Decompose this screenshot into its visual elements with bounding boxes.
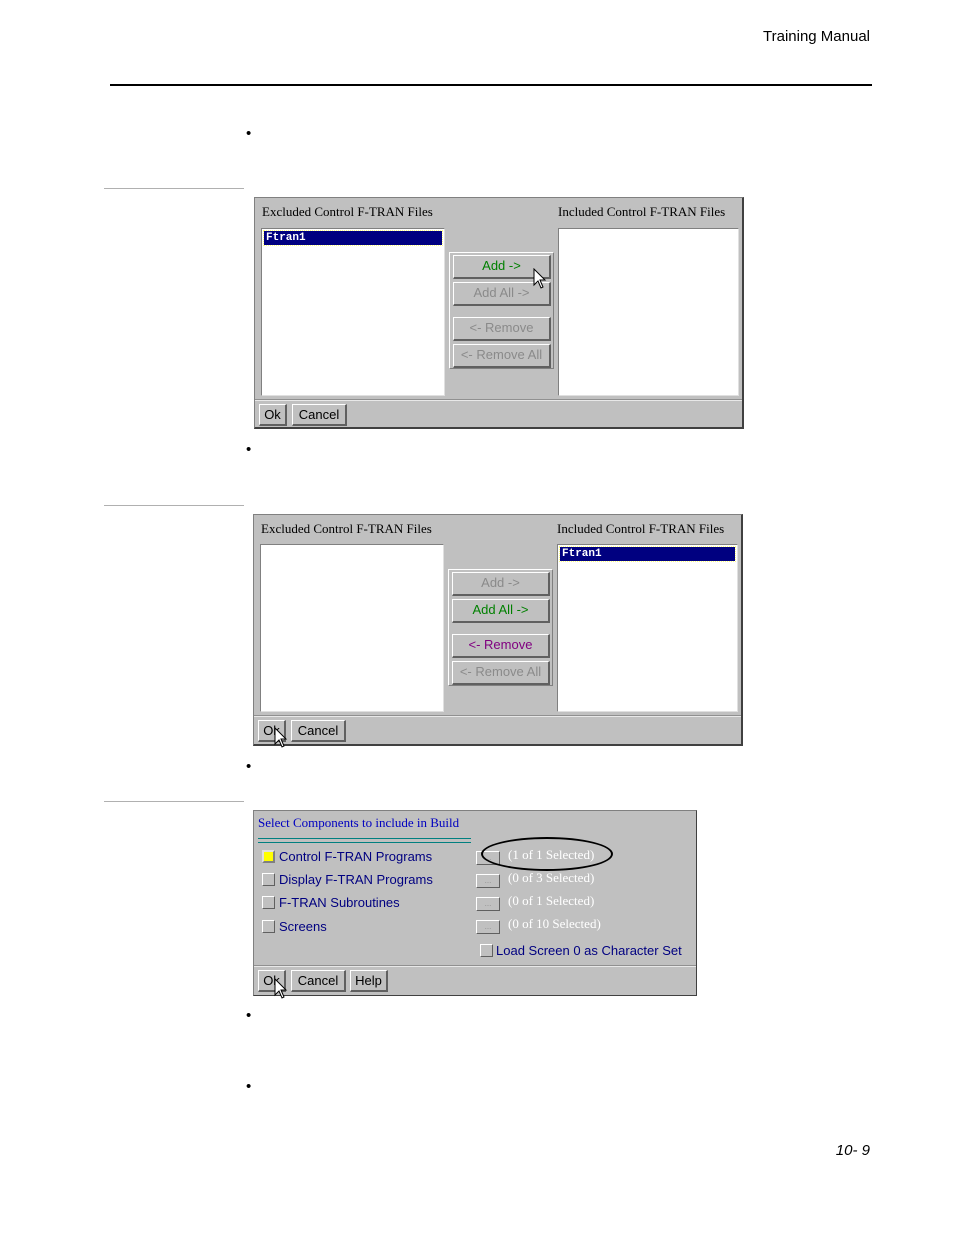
header-rule	[110, 84, 872, 86]
component-label: Screens	[279, 919, 327, 934]
ok-button[interactable]: Ok	[259, 404, 287, 426]
list-item[interactable]: Ftran1	[263, 230, 443, 246]
highlight-ellipse	[481, 837, 613, 871]
screens-checkbox[interactable]	[262, 920, 275, 933]
control-programs-checkbox[interactable]	[262, 850, 275, 863]
file-select-dialog-before: Excluded Control F-TRAN Files Included C…	[254, 197, 744, 429]
dialog-title: Select Components to include in Build	[258, 815, 460, 830]
page-number: 10- 9	[835, 1142, 870, 1159]
side-rule	[104, 505, 244, 506]
component-label: Control F-TRAN Programs	[279, 849, 433, 864]
bullet: •	[246, 1078, 252, 1095]
side-rule	[104, 801, 244, 802]
bullet: •	[246, 758, 252, 775]
browse-screens-button[interactable]: ...	[476, 920, 500, 934]
cancel-button[interactable]: Cancel	[291, 970, 346, 992]
browse-display-programs-button[interactable]: ...	[476, 874, 500, 888]
list-item[interactable]: Ftran1	[559, 546, 736, 562]
excluded-files-label: Excluded Control F-TRAN Files	[262, 204, 433, 219]
file-select-dialog-after: Excluded Control F-TRAN Files Included C…	[253, 514, 743, 748]
browse-subroutines-button[interactable]: ...	[476, 897, 500, 911]
remove-all-button[interactable]: <- Remove All	[452, 661, 550, 685]
build-components-dialog: Select Components to include in Build Co…	[253, 810, 697, 999]
cancel-button[interactable]: Cancel	[291, 720, 346, 742]
title-underline	[258, 838, 471, 843]
component-label: F-TRAN Subroutines	[279, 895, 400, 910]
remove-button[interactable]: <- Remove	[452, 634, 550, 658]
load-screen-label: Load Screen 0 as Character Set	[496, 943, 682, 958]
excluded-files-label: Excluded Control F-TRAN Files	[261, 521, 432, 536]
bullet: •	[246, 1007, 252, 1024]
subroutines-checkbox[interactable]	[262, 896, 275, 909]
bullet: •	[246, 441, 252, 458]
cancel-button[interactable]: Cancel	[292, 404, 347, 426]
side-rule	[104, 188, 244, 189]
load-screen-checkbox[interactable]	[480, 944, 493, 957]
remove-all-button[interactable]: <- Remove All	[453, 344, 551, 368]
dialog-footer-separator	[254, 715, 741, 717]
remove-button[interactable]: <- Remove	[453, 317, 551, 341]
display-programs-checkbox[interactable]	[262, 873, 275, 886]
help-button[interactable]: Help	[350, 970, 388, 992]
included-files-label: Included Control F-TRAN Files	[558, 204, 726, 219]
included-files-label: Included Control F-TRAN Files	[557, 521, 725, 536]
bullet: •	[246, 125, 252, 142]
transfer-button-group: Add -> Add All -> <- Remove <- Remove Al…	[448, 569, 553, 686]
add-button[interactable]: Add ->	[452, 572, 550, 596]
component-label: Display F-TRAN Programs	[279, 872, 433, 887]
selection-count: (0 of 10 Selected)	[508, 916, 601, 931]
selection-count: (0 of 1 Selected)	[508, 893, 595, 908]
included-files-list[interactable]: Ftran1	[557, 544, 738, 712]
excluded-files-list[interactable]: Ftran1	[261, 228, 445, 396]
dialog-footer-separator	[254, 965, 696, 967]
add-all-button[interactable]: Add All ->	[452, 599, 550, 623]
included-files-list[interactable]	[558, 228, 739, 396]
header-title: Training Manual	[763, 28, 870, 45]
dialog-footer-separator	[255, 399, 742, 401]
selection-count: (0 of 3 Selected)	[508, 870, 595, 885]
excluded-files-list[interactable]	[260, 544, 444, 712]
